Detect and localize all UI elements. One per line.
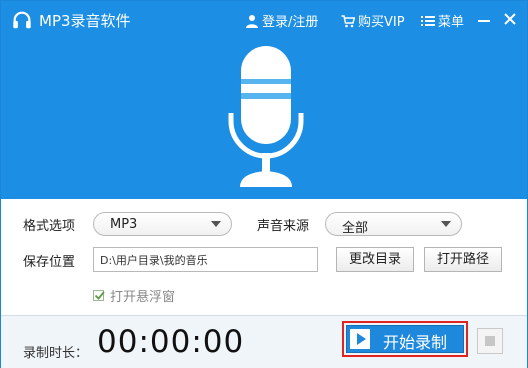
microphone-icon (228, 46, 304, 187)
recording-footer: 录制时长： 00:00:00 开始录制 (1, 315, 527, 368)
floating-window-toggle[interactable]: 打开悬浮窗 (93, 286, 175, 305)
headphones-icon (13, 11, 31, 29)
play-icon (347, 326, 373, 352)
open-path-button[interactable]: 打开路径 (424, 247, 502, 272)
menu-icon (421, 15, 435, 26)
checkmark-icon (94, 291, 105, 300)
title-bar: MP3录音软件 登录/注册 购买VIP 菜单 (1, 1, 527, 37)
close-icon[interactable] (501, 10, 519, 28)
start-recording-button[interactable]: 开始录制 (346, 325, 464, 353)
format-value: MP3 (110, 217, 138, 232)
user-icon (246, 14, 258, 28)
menu-link[interactable]: 菜单 (421, 11, 464, 30)
cart-icon (341, 14, 355, 27)
stop-icon (485, 336, 495, 346)
stop-recording-button[interactable] (477, 328, 503, 354)
format-label: 格式选项 (23, 219, 76, 234)
save-location-label: 保存位置 (23, 255, 76, 270)
source-select[interactable]: 全部 (325, 212, 462, 236)
source-label: 声音来源 (257, 219, 310, 234)
app-title: MP3录音软件 (39, 12, 131, 30)
format-select[interactable]: MP3 (93, 212, 232, 236)
app-window: MP3录音软件 登录/注册 购买VIP 菜单 格式选项 MP3 声音来源 全部 … (0, 0, 528, 368)
header-banner: MP3录音软件 登录/注册 购买VIP 菜单 (1, 1, 527, 199)
buy-vip-link[interactable]: 购买VIP (341, 11, 405, 30)
menu-label: 菜单 (438, 15, 465, 30)
login-register-label: 登录/注册 (262, 15, 319, 30)
duration-timer: 00:00:00 (97, 324, 245, 360)
chevron-down-icon (211, 221, 221, 227)
floating-window-checkbox[interactable] (93, 290, 105, 301)
chevron-down-icon (441, 221, 451, 227)
buy-vip-label: 购买VIP (358, 15, 405, 30)
login-register-link[interactable]: 登录/注册 (245, 11, 318, 30)
floating-window-label: 打开悬浮窗 (110, 290, 176, 305)
duration-label: 录制时长： (23, 346, 89, 361)
minimize-icon[interactable] (475, 10, 493, 28)
change-directory-button[interactable]: 更改目录 (336, 247, 414, 272)
save-path-input[interactable] (93, 247, 318, 272)
source-value: 全部 (342, 221, 369, 236)
start-recording-label: 开始录制 (383, 333, 448, 352)
